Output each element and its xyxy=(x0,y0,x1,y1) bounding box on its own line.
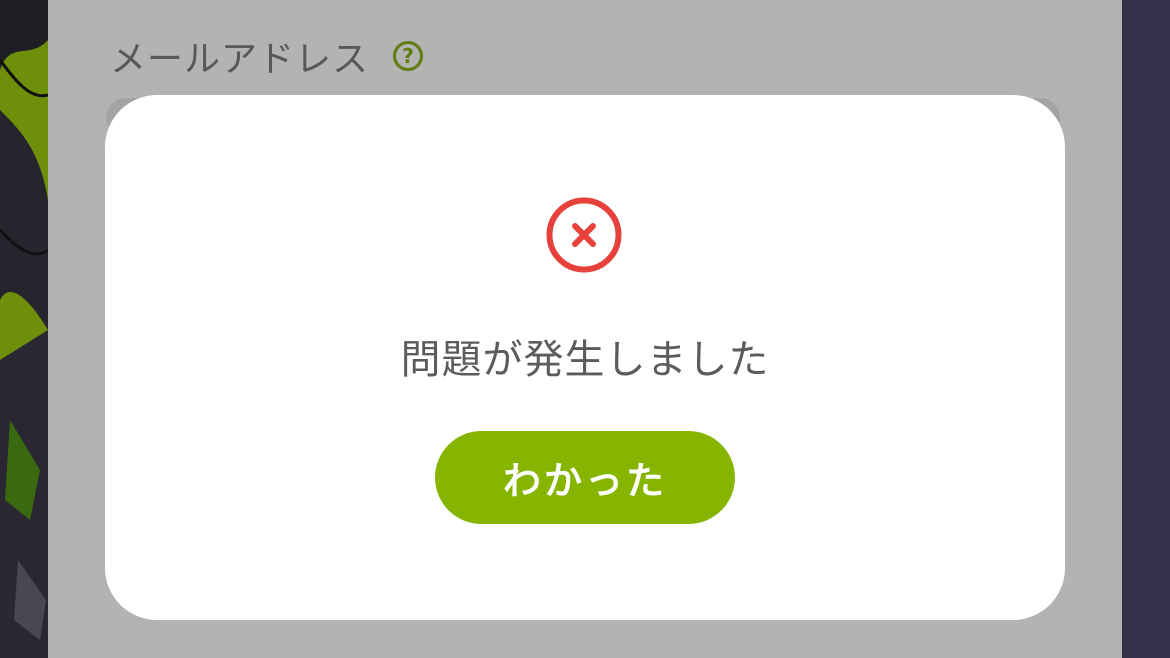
error-dialog: 問題が発生しました わかった xyxy=(105,95,1065,620)
character-artwork xyxy=(0,0,48,658)
error-message: 問題が発生しました xyxy=(400,337,770,383)
error-circle-x-icon xyxy=(545,196,623,274)
email-label-row: メールアドレス ? xyxy=(110,30,424,82)
artwork-shapes xyxy=(0,0,48,658)
email-label: メールアドレス xyxy=(110,39,370,80)
help-icon[interactable]: ? xyxy=(393,41,424,71)
right-background xyxy=(1122,0,1170,658)
confirm-button[interactable]: わかった xyxy=(435,431,735,524)
app-screen: メールアドレス ? 問題が発生しました わかった xyxy=(0,0,1170,658)
